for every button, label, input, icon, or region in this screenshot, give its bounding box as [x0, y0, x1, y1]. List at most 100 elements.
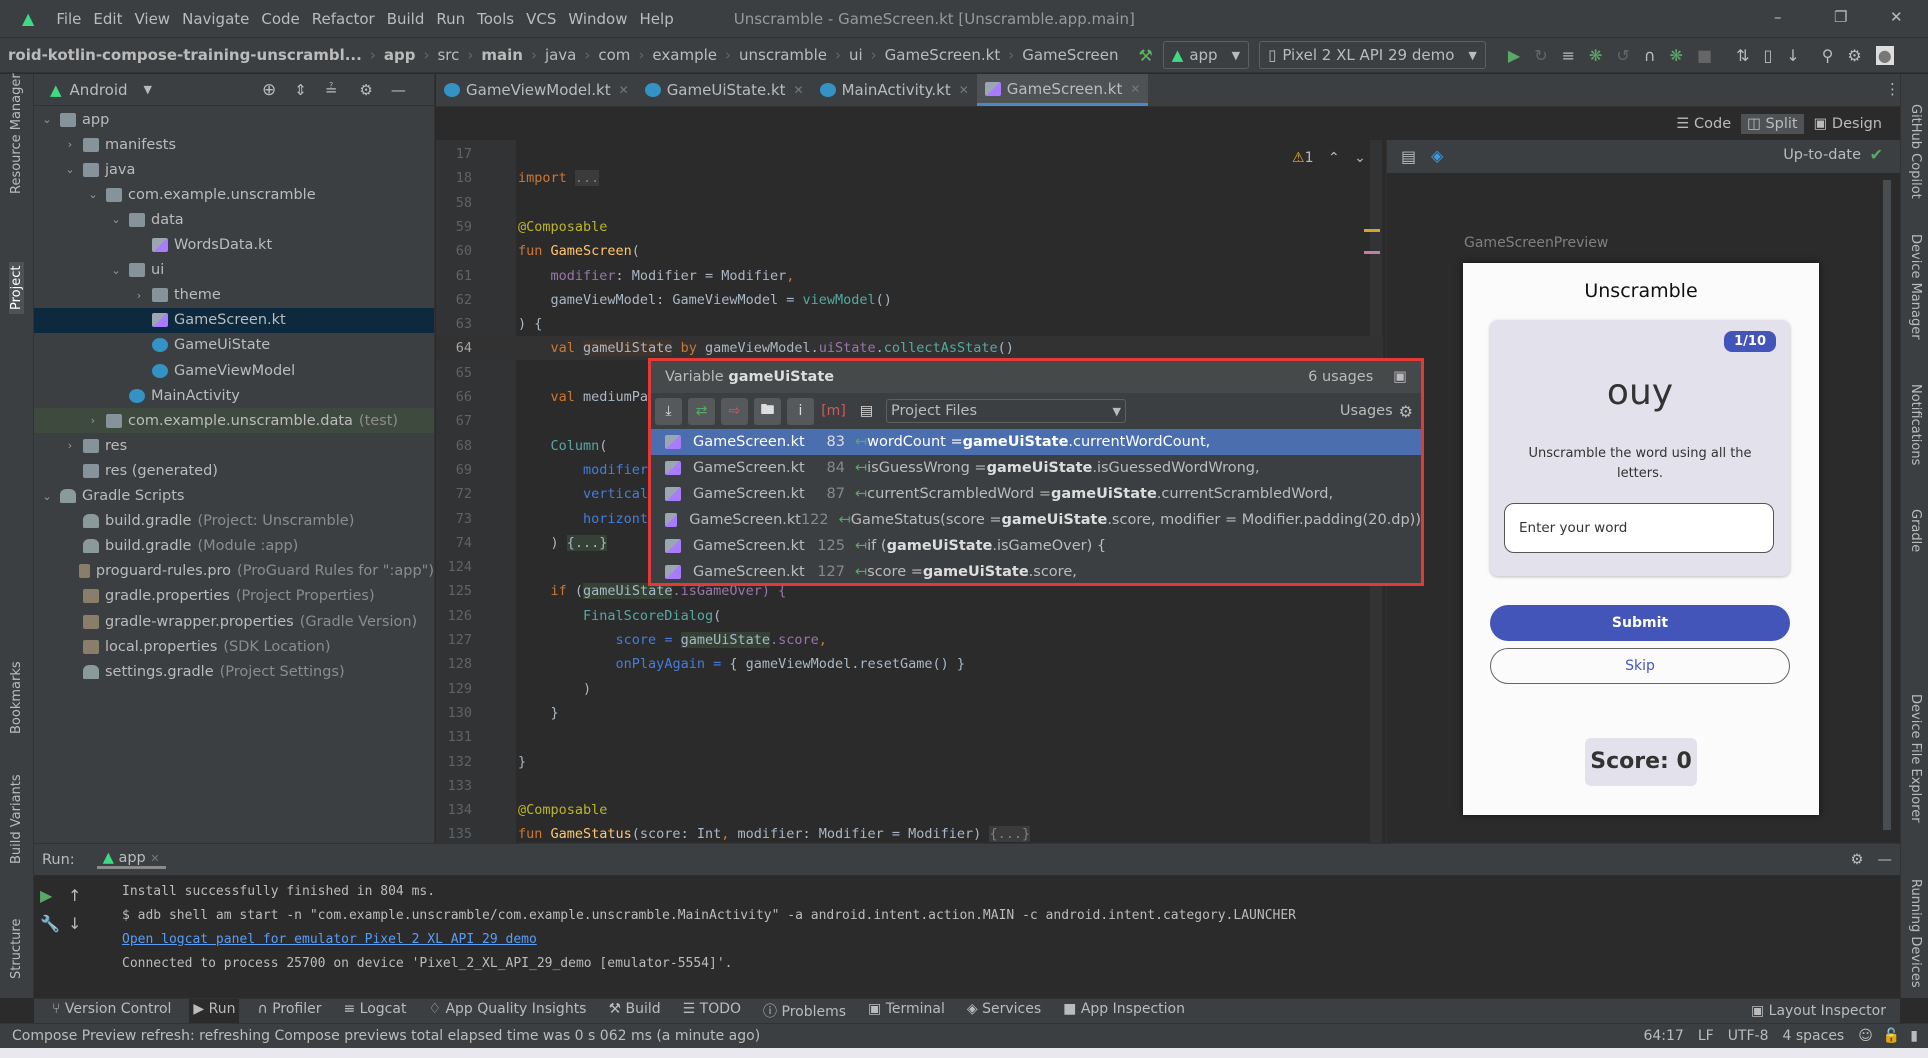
close-icon[interactable]: ✕ — [1130, 82, 1140, 96]
stop-icon[interactable]: ■ — [1697, 46, 1712, 65]
layers-icon[interactable]: ◈ — [1431, 146, 1443, 165]
sync-gradle-icon[interactable]: ⇅ — [1736, 46, 1749, 65]
menu-view[interactable]: View — [134, 10, 170, 28]
indent-setting[interactable]: 4 spaces — [1783, 1028, 1845, 1044]
menu-build[interactable]: Build — [387, 10, 425, 28]
run-config-select[interactable]: ▲ app ▼ — [1162, 41, 1250, 69]
build-hammer-icon[interactable]: ⚒ — [1138, 46, 1152, 65]
bookmarks-tab[interactable]: Bookmarks — [9, 661, 24, 734]
line-separator[interactable]: LF — [1698, 1028, 1714, 1044]
breadcrumb-item[interactable]: GameScreen — [1022, 46, 1118, 64]
skip-button[interactable]: Skip — [1490, 648, 1790, 684]
tree-item[interactable]: WordsData.kt — [34, 233, 434, 258]
tool-tab-logcat[interactable]: ≡ Logcat — [339, 999, 410, 1023]
merge-usages-icon[interactable]: ⤓ — [655, 397, 682, 425]
write-access-icon[interactable]: ⇨ — [721, 397, 748, 425]
tree-item[interactable]: ⌄ data — [34, 207, 434, 232]
run-tab-app[interactable]: ▲ app ✕ — [96, 850, 166, 869]
notifications-tab[interactable]: Notifications — [1908, 384, 1923, 465]
device-manager-icon[interactable]: ▯ — [1763, 46, 1772, 65]
preview-toggle-icon[interactable]: ▤ — [853, 398, 880, 425]
editor-tab[interactable]: MainActivity.kt ✕ — [812, 74, 977, 106]
tree-item[interactable]: GameScreen.kt — [34, 307, 434, 333]
read-access-icon[interactable]: ⇄ — [688, 397, 715, 425]
editor-tab[interactable]: GameScreen.kt ✕ — [976, 74, 1149, 106]
usage-row[interactable]: GameScreen.kt 87 ↤ currentScrambledWord = … — [651, 481, 1421, 507]
breadcrumb-item[interactable]: app — [384, 46, 416, 64]
structure-tab[interactable]: Structure — [9, 919, 24, 979]
usage-row[interactable]: GameScreen.kt 125 ↤ if (gameUiState .isGame… — [651, 533, 1421, 559]
breadcrumb-item[interactable]: example — [652, 46, 717, 64]
tool-tab-build[interactable]: ⚒ Build — [604, 999, 664, 1023]
tool-tab-run[interactable]: ▶ Run — [189, 999, 240, 1023]
resource-manager-tab[interactable]: Resource Manager — [9, 73, 24, 194]
menu-run[interactable]: Run — [436, 10, 465, 28]
run-icon[interactable]: ▶ — [1508, 46, 1520, 65]
tool-tab-app-quality-insights[interactable]: ♢ App Quality Insights — [424, 999, 590, 1023]
tree-item[interactable]: ⌄ ui — [34, 258, 434, 283]
module-icon[interactable]: [m] — [820, 398, 847, 425]
attach-debugger-icon[interactable]: ↺ — [1616, 46, 1629, 65]
layout-inspector-tab[interactable]: ▣ Layout Inspector — [1751, 1003, 1886, 1019]
usage-row[interactable]: GameScreen.kt 84 ↤ isGuessWrong = gameUiSt… — [651, 455, 1421, 481]
breadcrumb-item[interactable]: src — [437, 46, 459, 64]
logcat-link[interactable]: Open logcat panel for emulator Pixel 2 X… — [122, 932, 537, 947]
close-button[interactable]: ✕ — [1890, 8, 1903, 26]
menu-tools[interactable]: Tools — [477, 10, 514, 28]
open-in-find-window-icon[interactable]: ▣ — [1393, 369, 1407, 385]
chevron-down-icon[interactable]: ⌄ — [109, 213, 123, 226]
tool-tab-terminal[interactable]: ▣ Terminal — [864, 999, 949, 1023]
tree-item[interactable]: ⌄ java — [34, 157, 434, 182]
tool-tab-todo[interactable]: ☰ TODO — [679, 999, 745, 1023]
submit-button[interactable]: Submit — [1490, 605, 1790, 641]
tree-item[interactable]: settings.gradle (Project Settings) — [34, 659, 434, 684]
chevron-down-icon[interactable]: ▼ — [144, 83, 152, 96]
device-file-explorer-tab[interactable]: Device File Explorer — [1908, 694, 1923, 823]
tree-item[interactable]: ⌄ com.example.unscramble — [34, 182, 434, 207]
breadcrumb-item[interactable]: unscramble — [739, 46, 827, 64]
tree-item[interactable]: local.properties (SDK Location) — [34, 634, 434, 659]
menu-help[interactable]: Help — [640, 10, 674, 28]
scroll-down-icon[interactable]: ↓ — [68, 914, 81, 933]
rerun-icon[interactable]: ↻ — [1534, 46, 1547, 65]
usage-row[interactable]: GameScreen.kt 127 ↤ score = gameUiState .sc… — [651, 559, 1421, 585]
usage-row[interactable]: GameScreen.kt 122 ↤ GameStatus(score = gam… — [651, 507, 1421, 533]
github-copilot-tab[interactable]: GitHub Copilot — [1908, 104, 1923, 199]
build-variants-tab[interactable]: Build Variants — [9, 774, 24, 864]
memory-icon[interactable]: ▮ — [1910, 1028, 1918, 1044]
file-encoding[interactable]: UTF-8 — [1728, 1028, 1769, 1044]
close-icon[interactable]: ✕ — [794, 83, 804, 97]
close-icon[interactable]: ✕ — [150, 852, 159, 865]
editor-tab[interactable]: GameUiState.kt ✕ — [637, 74, 812, 106]
expand-all-icon[interactable]: ⇕ — [294, 81, 307, 99]
gear-icon[interactable]: ⚙ — [359, 81, 372, 99]
hide-icon[interactable]: — — [1878, 852, 1893, 868]
device-select[interactable]: ▯ Pixel 2 XL API 29 demo ▼ — [1259, 41, 1486, 69]
profile-icon[interactable]: ∩ — [1644, 46, 1656, 65]
breadcrumb-item[interactable]: roid-kotlin-compose-training-unscrambl..… — [8, 46, 362, 64]
chevron-down-icon[interactable]: ⌄ — [86, 188, 100, 201]
tool-tab-version-control[interactable]: ⑂ Version Control — [48, 999, 175, 1023]
breadcrumb-item[interactable]: com — [598, 46, 630, 64]
tree-item[interactable]: GameViewModel — [34, 358, 434, 383]
tree-item[interactable]: gradle.properties (Project Properties) — [34, 584, 434, 609]
breadcrumb-item[interactable]: java — [545, 46, 576, 64]
sdk-manager-icon[interactable]: ↓ — [1786, 46, 1799, 65]
chevron-right-icon[interactable]: › — [86, 414, 100, 427]
tree-item[interactable]: GameUiState — [34, 333, 434, 358]
restore-button[interactable]: ❐ — [1834, 8, 1847, 26]
chevron-down-icon[interactable]: ⌄ — [40, 113, 54, 126]
debug-icon[interactable]: ❋ — [1589, 46, 1602, 65]
menu-window[interactable]: Window — [568, 10, 627, 28]
caret-position[interactable]: 64:17 — [1643, 1028, 1683, 1044]
more-icon[interactable]: ⋮ — [1885, 80, 1900, 98]
usage-row[interactable]: GameScreen.kt 83 ↤ wordCount = gameUiState… — [651, 429, 1421, 455]
menu-vcs[interactable]: VCS — [526, 10, 556, 28]
breadcrumb-item[interactable]: main — [481, 46, 523, 64]
gear-icon[interactable]: ⚙ — [1851, 852, 1864, 868]
tool-tab-profiler[interactable]: ∩ Profiler — [253, 999, 325, 1023]
breadcrumb-item[interactable]: ui — [849, 46, 863, 64]
running-devices-tab[interactable]: Running Devices — [1908, 879, 1923, 988]
avatar[interactable]: ● — [1875, 45, 1894, 65]
project-view-select[interactable]: Android — [70, 81, 128, 99]
